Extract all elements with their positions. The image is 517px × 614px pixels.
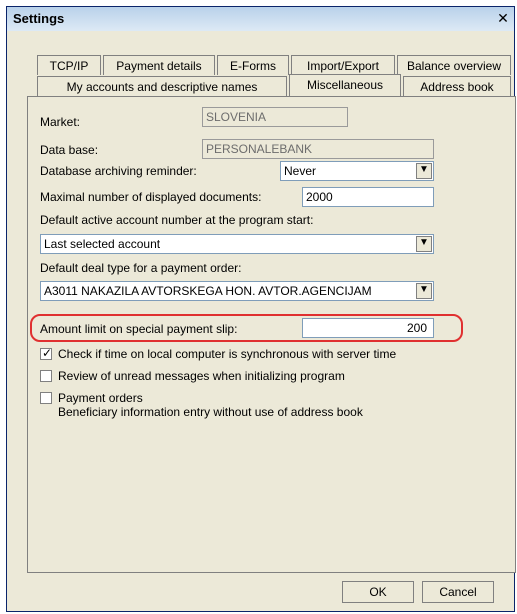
checkbox-sync-time[interactable]: ✓ [40, 346, 53, 360]
title-bar: Settings ✕ [7, 7, 514, 31]
checkbox-payment-orders-label: Payment orders [58, 391, 143, 405]
tab-row-1: TCP/IP Payment details E-Forms Import/Ex… [27, 55, 516, 75]
max-docs-label: Maximal number of displayed documents: [40, 190, 262, 204]
tab-balance-overview[interactable]: Balance overview [397, 55, 511, 75]
tab-e-forms[interactable]: E-Forms [217, 55, 289, 75]
default-deal-label: Default deal type for a payment order: [40, 261, 242, 275]
market-label: Market: [40, 115, 81, 129]
amount-limit-label: Amount limit on special payment slip: [40, 322, 238, 336]
database-label: Data base: [40, 143, 99, 157]
default-account-label: Default active account number at the pro… [40, 213, 314, 227]
tab-miscellaneous[interactable]: Miscellaneous [289, 74, 401, 97]
chevron-down-icon[interactable]: ▼ [416, 283, 432, 299]
tab-import-export[interactable]: Import/Export [291, 55, 395, 75]
tab-my-accounts[interactable]: My accounts and descriptive names [37, 76, 287, 96]
amount-limit-field[interactable]: 200 [302, 318, 434, 338]
checkbox-unread-messages-label: Review of unread messages when initializ… [58, 369, 345, 383]
ok-button[interactable]: OK [342, 581, 414, 603]
checkbox-sync-time-label: Check if time on local computer is synch… [58, 347, 397, 361]
default-account-value: Last selected account [44, 237, 161, 251]
default-account-select[interactable]: Last selected account ▼ [40, 234, 434, 254]
close-icon[interactable]: ✕ [494, 9, 512, 27]
db-archiving-value: Never [284, 164, 317, 178]
default-deal-select[interactable]: A3011 NAKAZILA AVTORSKEGA HON. AVTOR.AGE… [40, 281, 434, 301]
max-docs-field[interactable]: 2000 [302, 187, 434, 207]
checkbox-payment-orders-sublabel: Beneficiary information entry without us… [58, 405, 363, 419]
checkmark-icon: ✓ [42, 346, 53, 360]
db-archiving-label: Database archiving reminder: [40, 164, 197, 178]
miscellaneous-panel: Market: SLOVENIA Data base: PERSONALEBAN… [27, 96, 516, 573]
tab-row-2: My accounts and descriptive names Miscel… [27, 74, 516, 97]
settings-dialog: Settings ✕ TCP/IP Payment details E-Form… [6, 6, 516, 612]
market-field: SLOVENIA [202, 107, 348, 127]
cancel-button[interactable]: Cancel [422, 581, 494, 603]
checkbox-unread-messages[interactable] [40, 370, 52, 382]
tab-payment-details[interactable]: Payment details [103, 55, 215, 75]
database-field: PERSONALEBANK [202, 139, 434, 159]
chevron-down-icon[interactable]: ▼ [416, 163, 432, 179]
window-title: Settings [13, 11, 65, 26]
tab-address-book[interactable]: Address book [403, 76, 511, 96]
tab-tcpip[interactable]: TCP/IP [37, 55, 101, 75]
db-archiving-select[interactable]: Never ▼ [280, 161, 434, 181]
chevron-down-icon[interactable]: ▼ [416, 236, 432, 252]
default-deal-value: A3011 NAKAZILA AVTORSKEGA HON. AVTOR.AGE… [44, 284, 372, 298]
checkbox-payment-orders[interactable] [40, 392, 52, 404]
